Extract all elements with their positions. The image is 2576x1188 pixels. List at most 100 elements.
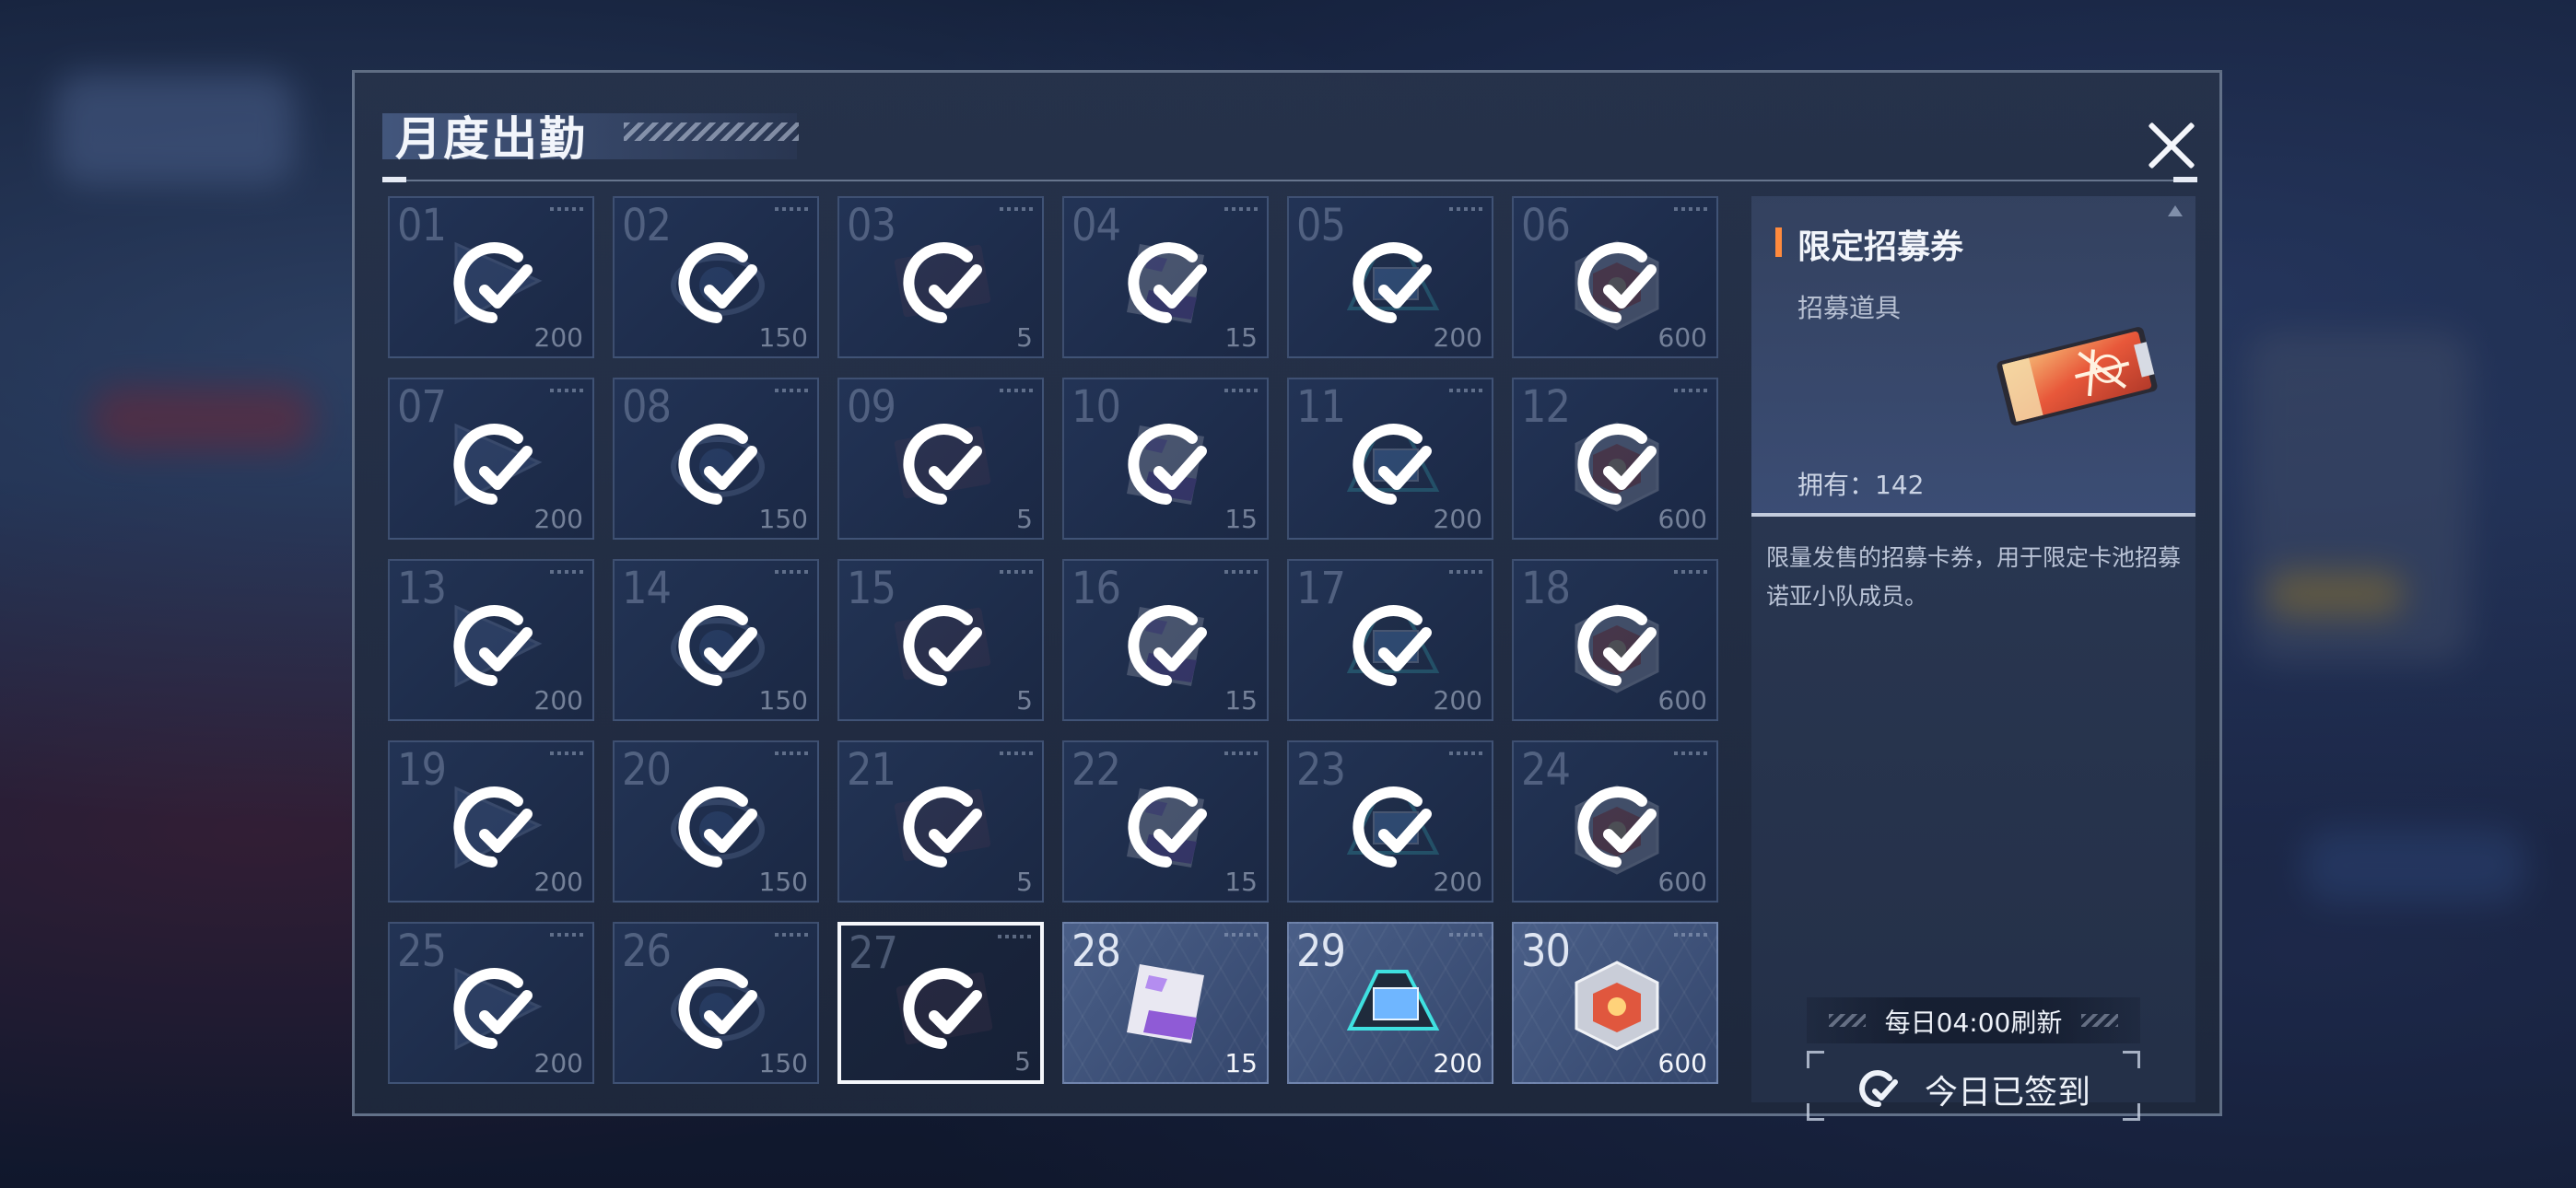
checked-icon — [440, 233, 542, 334]
reward-quantity: 5 — [1016, 504, 1033, 534]
reward-quantity: 200 — [533, 867, 583, 897]
day-cell-16[interactable]: 16 15 — [1062, 559, 1269, 721]
attendance-grid: 01 200 02 150 03 5 04 15 05 200 06 600 07 200 08 150 09 5… — [388, 196, 1720, 1102]
reward-quantity: 5 — [1016, 322, 1033, 353]
cell-dots — [1000, 389, 1033, 392]
title-stripes — [624, 122, 799, 141]
reward-quantity: 15 — [1224, 867, 1258, 897]
cell-dots — [550, 207, 583, 211]
detail-divider — [1751, 513, 2195, 517]
day-cell-01[interactable]: 01 200 — [388, 196, 594, 358]
frame-corner — [1807, 1103, 1824, 1121]
checked-icon — [1564, 233, 1666, 334]
checked-icon — [1115, 414, 1216, 516]
day-cell-07[interactable]: 07 200 — [388, 378, 594, 540]
day-cell-20[interactable]: 20 150 — [613, 740, 819, 903]
item-type: 招募道具 — [1797, 293, 1902, 323]
signed-in-button[interactable]: 今日已签到 — [1807, 1051, 2140, 1121]
day-cell-28[interactable]: 28 15 — [1062, 922, 1269, 1084]
frame-corner — [1807, 1051, 1824, 1068]
checked-icon — [1564, 596, 1666, 697]
day-cell-25[interactable]: 25 200 — [388, 922, 594, 1084]
day-cell-23[interactable]: 23 200 — [1287, 740, 1493, 903]
day-cell-29[interactable]: 29 200 — [1287, 922, 1493, 1084]
day-number: 17 — [1296, 563, 1346, 614]
day-cell-02[interactable]: 02 150 — [613, 196, 819, 358]
day-cell-10[interactable]: 10 15 — [1062, 378, 1269, 540]
reward-quantity: 600 — [1657, 867, 1707, 897]
checked-icon — [1115, 777, 1216, 879]
frame-corner — [2123, 1051, 2140, 1068]
checked-icon — [890, 233, 991, 334]
checked-icon — [890, 777, 991, 879]
cube-box-icon — [1562, 955, 1672, 1051]
day-cell-22[interactable]: 22 15 — [1062, 740, 1269, 903]
data-pad-icon — [1337, 955, 1447, 1047]
day-cell-08[interactable]: 08 150 — [613, 378, 819, 540]
day-cell-09[interactable]: 09 5 — [837, 378, 1044, 540]
owned-count: 拥有：142 — [1797, 470, 1925, 500]
signed-in-label: 今日已签到 — [1925, 1074, 2091, 1112]
day-cell-15[interactable]: 15 5 — [837, 559, 1044, 721]
checked-icon — [1115, 233, 1216, 334]
day-number: 09 — [847, 381, 896, 433]
day-number: 10 — [1071, 381, 1121, 433]
day-cell-27[interactable]: 27 5 — [837, 922, 1044, 1084]
cell-dots — [550, 933, 583, 937]
day-number: 06 — [1521, 200, 1571, 251]
refresh-banner: 每日04:00刷新 — [1807, 997, 2140, 1043]
day-cell-04[interactable]: 04 15 — [1062, 196, 1269, 358]
day-cell-03[interactable]: 03 5 — [837, 196, 1044, 358]
checked-icon — [665, 233, 767, 334]
stripes-right — [2081, 1014, 2118, 1027]
reward-quantity: 150 — [758, 867, 808, 897]
accent-bar — [1775, 227, 1782, 257]
cell-dots — [1224, 751, 1258, 755]
day-number: 08 — [622, 381, 672, 433]
day-number: 30 — [1521, 926, 1571, 977]
day-cell-05[interactable]: 05 200 — [1287, 196, 1493, 358]
checked-icon — [665, 414, 767, 516]
day-number: 20 — [622, 744, 672, 796]
cell-dots — [1449, 389, 1482, 392]
day-cell-21[interactable]: 21 5 — [837, 740, 1044, 903]
day-cell-19[interactable]: 19 200 — [388, 740, 594, 903]
checked-icon — [440, 959, 542, 1060]
day-cell-17[interactable]: 17 200 — [1287, 559, 1493, 721]
day-cell-30[interactable]: 30 600 — [1512, 922, 1718, 1084]
day-cell-12[interactable]: 12 600 — [1512, 378, 1718, 540]
cell-dots — [998, 935, 1031, 938]
cell-dots — [1449, 207, 1482, 211]
day-number: 02 — [622, 200, 672, 251]
reward-quantity: 150 — [758, 1048, 808, 1078]
cell-dots — [550, 751, 583, 755]
day-cell-13[interactable]: 13 200 — [388, 559, 594, 721]
checked-icon — [890, 414, 991, 516]
day-cell-06[interactable]: 06 600 — [1512, 196, 1718, 358]
reward-quantity: 15 — [1224, 322, 1258, 353]
day-number: 16 — [1071, 563, 1121, 614]
checked-icon — [440, 414, 542, 516]
day-number: 14 — [622, 563, 672, 614]
scroll-up-icon[interactable] — [2168, 205, 2183, 216]
day-number: 07 — [397, 381, 447, 433]
day-number: 15 — [847, 563, 896, 614]
day-number: 21 — [847, 744, 896, 796]
monthly-attendance-dialog: 月度出勤 01 200 02 150 03 5 04 15 05 200 06 600 07 200 08 1… — [352, 70, 2222, 1121]
cell-dots — [1224, 570, 1258, 574]
day-number: 03 — [847, 200, 896, 251]
checked-icon — [440, 777, 542, 879]
day-number: 04 — [1071, 200, 1121, 251]
cell-dots — [1224, 933, 1258, 937]
day-cell-24[interactable]: 24 600 — [1512, 740, 1718, 903]
reward-quantity: 200 — [1433, 322, 1482, 353]
day-cell-14[interactable]: 14 150 — [613, 559, 819, 721]
day-cell-18[interactable]: 18 600 — [1512, 559, 1718, 721]
close-icon[interactable] — [2138, 113, 2203, 178]
checked-icon — [890, 959, 991, 1060]
day-cell-11[interactable]: 11 200 — [1287, 378, 1493, 540]
cell-dots — [1449, 751, 1482, 755]
item-description: 限量发售的招募卡券，用于限定卡池招募诺亚小队成员。 — [1766, 544, 2182, 610]
reward-quantity: 5 — [1016, 867, 1033, 897]
day-cell-26[interactable]: 26 150 — [613, 922, 819, 1084]
